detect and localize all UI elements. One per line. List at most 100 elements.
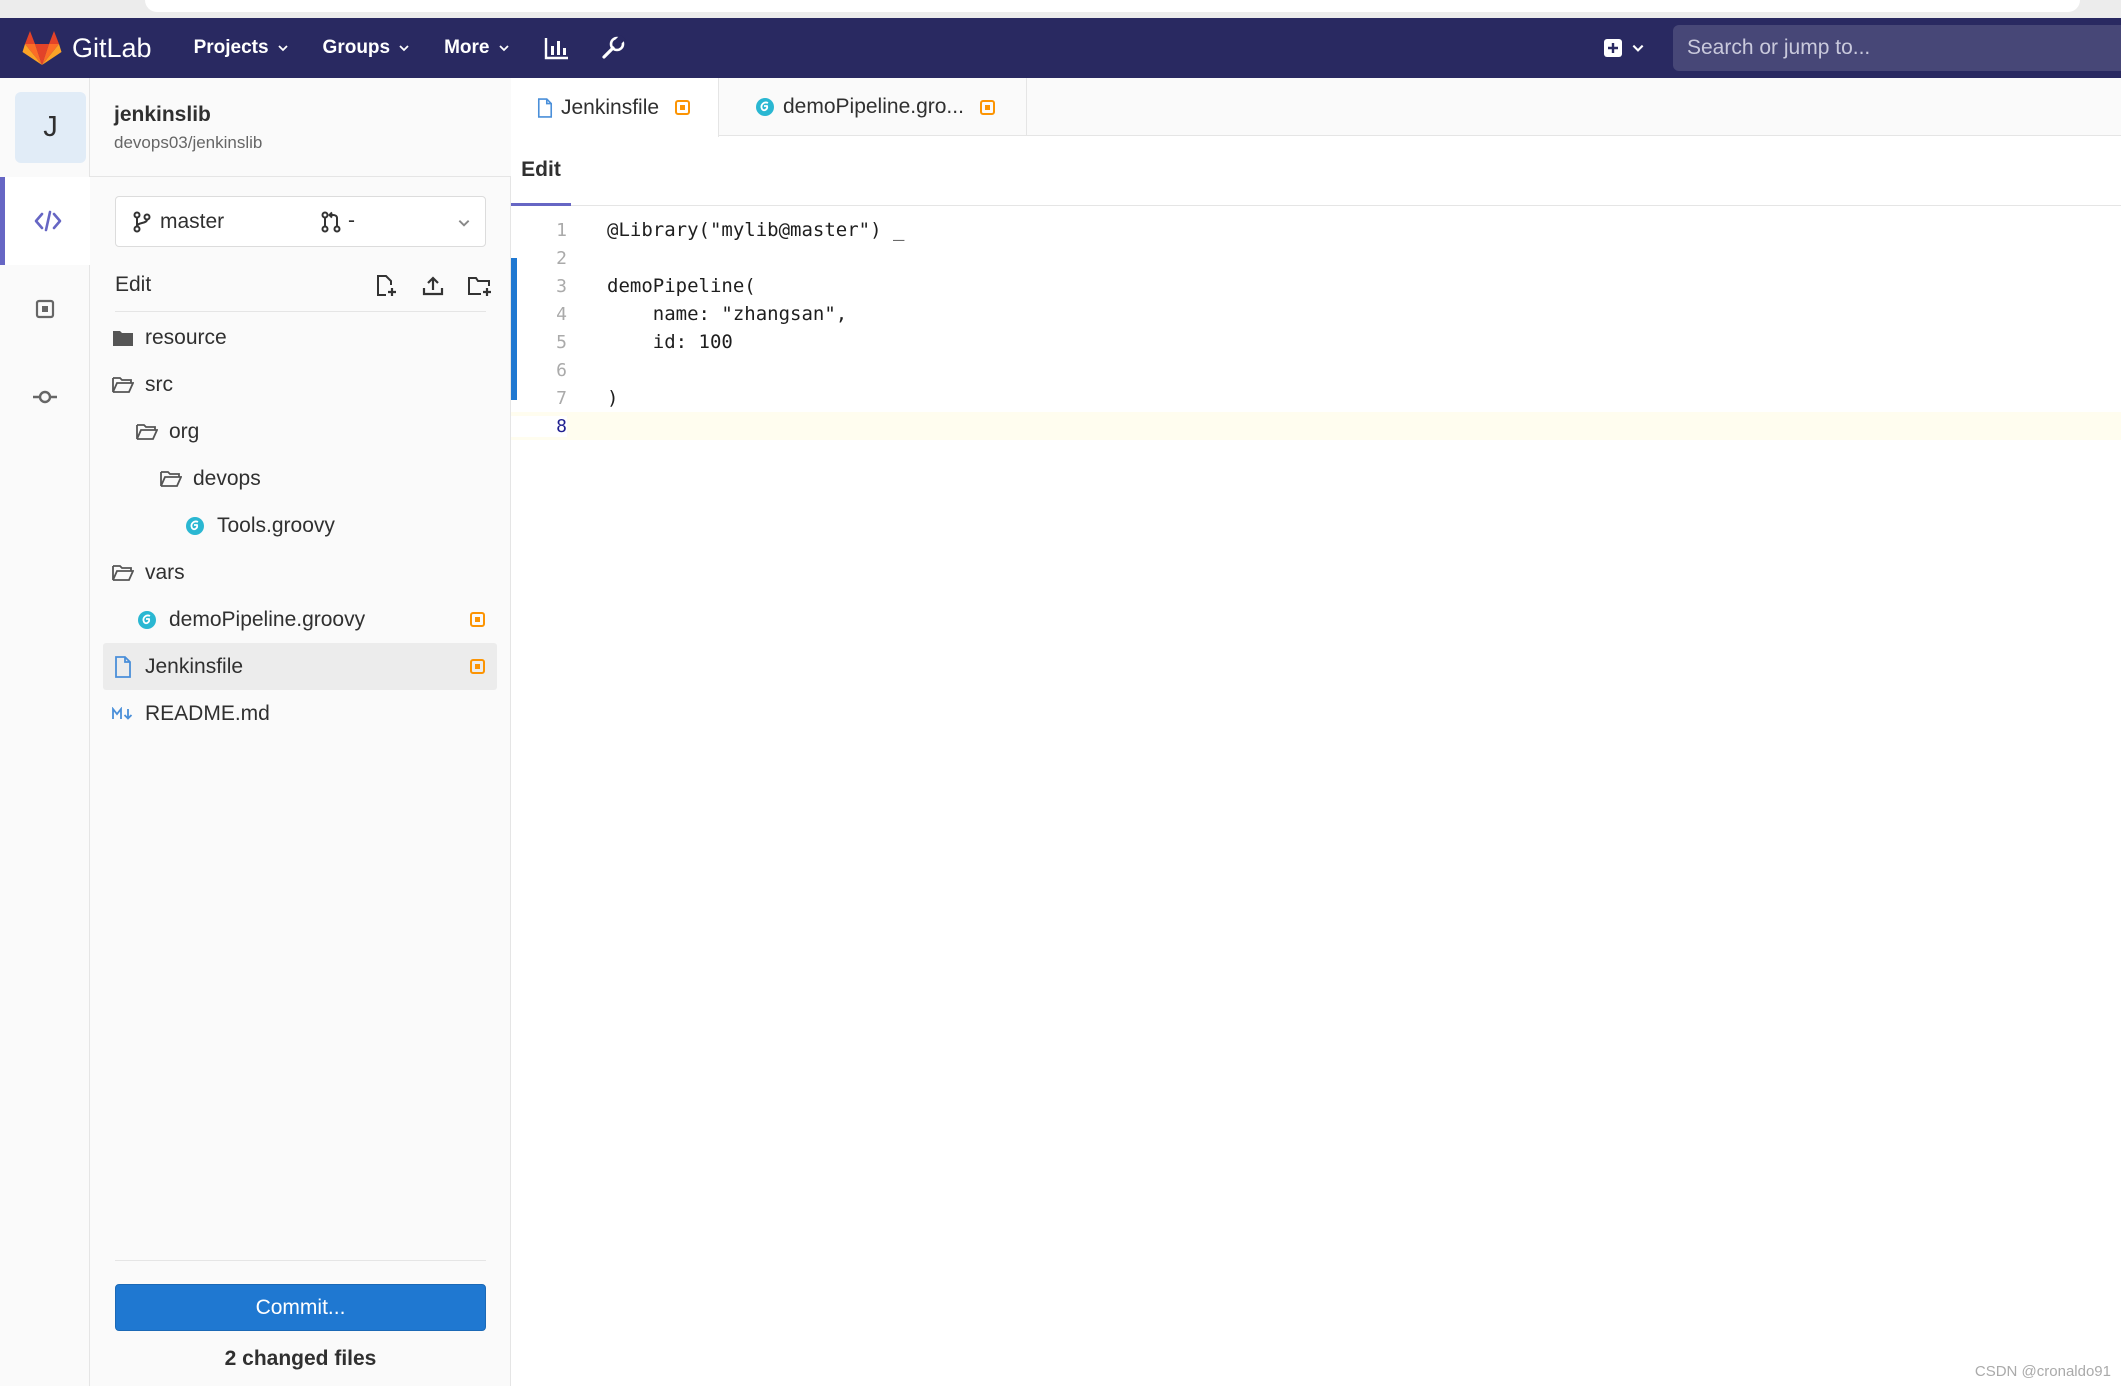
groovy-icon xyxy=(183,514,207,538)
project-header[interactable]: jenkinslib devops03/jenkinslib xyxy=(90,78,511,177)
tree-item-folder[interactable]: src xyxy=(103,361,497,408)
tab-jenkinsfile[interactable]: Jenkinsfile xyxy=(511,78,719,137)
watermark: CSDN @cronaldo91 xyxy=(1974,1363,2111,1380)
code-line: 7 ) xyxy=(511,384,2121,412)
file-icon xyxy=(537,97,553,118)
chevron-down-icon xyxy=(399,45,409,52)
nav-more[interactable]: More xyxy=(444,37,509,59)
review-mode-button[interactable] xyxy=(0,265,90,353)
branch-selector[interactable]: master - xyxy=(115,196,486,247)
tree-mode-label: Edit xyxy=(115,273,152,296)
nav-groups[interactable]: Groups xyxy=(323,37,411,59)
branch-name: master xyxy=(160,209,225,233)
search-input[interactable] xyxy=(1687,36,2121,60)
commit-button[interactable]: Commit... xyxy=(115,1284,486,1331)
line-text: name: "zhangsan", xyxy=(607,303,848,325)
merge-request-icon xyxy=(321,211,341,233)
commit-mode-button[interactable] xyxy=(0,353,90,441)
tree-item-file[interactable]: demoPipeline.groovy xyxy=(103,596,497,643)
admin-area-button[interactable] xyxy=(600,35,626,61)
code-line: 3 demoPipeline( xyxy=(511,272,2121,300)
tree-item-folder[interactable]: vars xyxy=(103,549,497,596)
tab-label: Jenkinsfile xyxy=(561,95,660,119)
project-path: devops03/jenkinslib xyxy=(114,133,263,152)
ide-activity-bar: J xyxy=(0,78,90,1386)
file-icon xyxy=(111,655,135,679)
line-number: 5 xyxy=(556,331,567,353)
line-number: 6 xyxy=(556,359,567,381)
tree-item-label: Tools.groovy xyxy=(217,513,335,537)
modified-indicator-icon xyxy=(470,612,485,627)
tree-item-folder[interactable]: resource xyxy=(103,314,497,361)
tree-item-label: README.md xyxy=(145,701,270,725)
chevron-down-icon xyxy=(277,45,288,52)
upload-file-button[interactable] xyxy=(418,271,448,301)
new-folder-icon xyxy=(468,277,491,296)
tree-item-folder[interactable]: org xyxy=(103,408,497,455)
tree-item-label: devops xyxy=(193,466,261,490)
line-number: 7 xyxy=(556,387,567,409)
new-file-icon xyxy=(377,275,396,296)
tree-toolbar: Edit xyxy=(115,265,491,312)
top-navbar: GitLab Projects Groups More xyxy=(0,18,2121,78)
nav-projects-label: Projects xyxy=(193,37,269,58)
line-text: ) xyxy=(607,387,619,409)
groovy-icon xyxy=(755,97,775,117)
gitlab-logo[interactable]: GitLab xyxy=(22,30,152,66)
new-directory-button[interactable] xyxy=(465,271,495,301)
tree-item-label: src xyxy=(145,372,173,396)
project-name: jenkinslib xyxy=(114,103,211,126)
new-file-button[interactable] xyxy=(371,271,401,301)
tree-item-label: vars xyxy=(145,560,185,584)
tree-item-file-selected[interactable]: Jenkinsfile xyxy=(103,643,497,690)
code-line: 1 @Library("mylib@master") _ xyxy=(511,216,2121,244)
line-number: 1 xyxy=(556,219,567,241)
tanuki-icon xyxy=(22,31,62,65)
folder-open-icon xyxy=(135,420,159,444)
address-bar[interactable] xyxy=(145,0,2080,12)
divider xyxy=(115,1260,486,1261)
editor-tabs: Jenkinsfile demoPipeline.gro... xyxy=(511,78,2121,137)
chevron-down-icon xyxy=(498,45,509,52)
file-review-icon xyxy=(35,299,55,319)
code-line: 4 name: "zhangsan", xyxy=(511,300,2121,328)
line-number: 8 xyxy=(511,415,567,437)
file-tree-panel: master - Edit resource src org devops To… xyxy=(90,177,511,1386)
tab-edit[interactable]: Edit xyxy=(511,136,571,206)
tree-item-file[interactable]: Tools.groovy xyxy=(103,502,497,549)
code-editor[interactable]: 1 @Library("mylib@master") _ 2 3 demoPip… xyxy=(511,206,2121,1386)
line-number: 3 xyxy=(556,275,567,297)
nav-more-label: More xyxy=(444,37,490,58)
tab-label: demoPipeline.gro... xyxy=(783,95,964,118)
tree-item-folder[interactable]: devops xyxy=(103,455,497,502)
folder-icon xyxy=(111,326,135,350)
folder-open-icon xyxy=(159,467,183,491)
code-icon xyxy=(34,210,61,232)
edit-mode-button[interactable] xyxy=(0,177,90,265)
commit-icon xyxy=(33,390,57,404)
folder-open-icon xyxy=(111,561,135,585)
groovy-icon xyxy=(135,608,159,632)
tree-item-file[interactable]: README.md xyxy=(103,690,497,737)
tree-item-label: org xyxy=(169,419,200,443)
code-line-current: 8 xyxy=(511,412,2121,440)
search-box[interactable] xyxy=(1673,25,2121,71)
editor-pane: Jenkinsfile demoPipeline.gro... Edit 1 @… xyxy=(511,78,2121,1386)
nav-projects[interactable]: Projects xyxy=(194,37,289,59)
tree-item-label: demoPipeline.groovy xyxy=(169,607,366,631)
plus-square-icon xyxy=(1604,39,1622,57)
new-dropdown-button[interactable] xyxy=(1603,38,1645,58)
modified-indicator-icon xyxy=(979,99,995,115)
modified-indicator-icon xyxy=(470,659,485,674)
upload-icon xyxy=(422,276,444,296)
editor-mode-bar: Edit xyxy=(511,136,2121,206)
line-number: 4 xyxy=(556,303,567,325)
tree-item-label: resource xyxy=(145,325,227,349)
project-avatar[interactable]: J xyxy=(15,92,86,163)
tab-demopipeline[interactable]: demoPipeline.gro... xyxy=(719,78,1027,136)
chevron-down-icon xyxy=(458,220,470,227)
activity-chart-button[interactable] xyxy=(544,36,570,60)
code-line: 6 xyxy=(511,356,2121,384)
folder-open-icon xyxy=(111,373,135,397)
line-text: demoPipeline( xyxy=(607,275,756,297)
